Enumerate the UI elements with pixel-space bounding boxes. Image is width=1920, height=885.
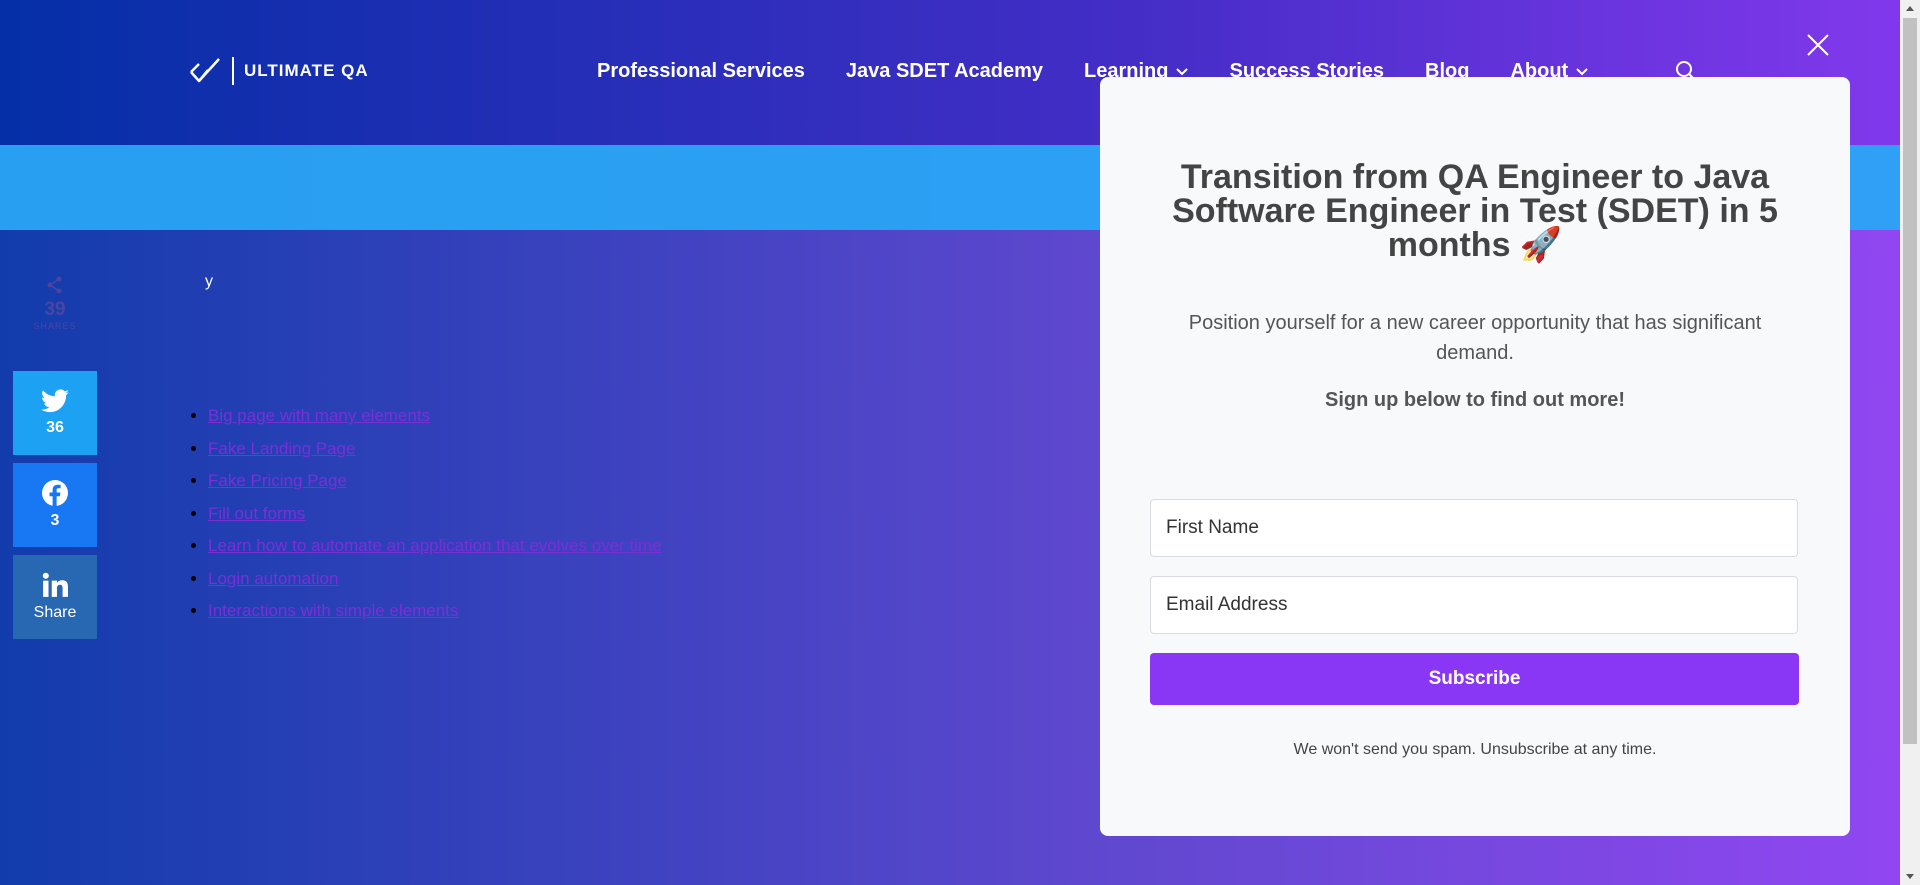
facebook-count: 3 bbox=[50, 512, 60, 529]
nav-label: Java SDET Academy bbox=[845, 60, 1044, 82]
share-icon bbox=[47, 276, 62, 294]
signup-modal: Transition from QA Engineer to Java Soft… bbox=[1100, 77, 1850, 836]
list-item: Fake Landing Page bbox=[208, 433, 662, 466]
spam-disclaimer: We won't send you spam. Unsubscribe at a… bbox=[1293, 741, 1657, 758]
exercise-links-list: Big page with many elements Fake Landing… bbox=[190, 400, 662, 628]
scroll-down-arrow-icon[interactable] bbox=[1906, 874, 1914, 879]
first-name-field[interactable] bbox=[1150, 499, 1798, 557]
list-item: Fill out forms bbox=[208, 498, 662, 531]
checkmark-logo-icon bbox=[190, 58, 220, 83]
nav-label: Professional Services bbox=[597, 60, 805, 82]
link-fill-out-forms[interactable]: Fill out forms bbox=[208, 504, 305, 523]
modal-subtitle: Position yourself for a new career oppor… bbox=[1188, 312, 1762, 364]
list-item: Big page with many elements bbox=[208, 400, 662, 433]
linkedin-share-button[interactable]: Share bbox=[13, 555, 97, 639]
nav-professional-services[interactable]: Professional Services bbox=[597, 60, 805, 83]
logo-text: ULTIMATE QA bbox=[244, 61, 369, 80]
share-total: 39 bbox=[44, 299, 66, 320]
modal-cta-text: Sign up below to find out more! bbox=[1325, 389, 1625, 411]
logo-divider bbox=[232, 57, 234, 85]
link-fake-landing-page[interactable]: Fake Landing Page bbox=[208, 439, 355, 458]
list-item: Login automation bbox=[208, 563, 662, 596]
nav-java-sdet-academy[interactable]: Java SDET Academy bbox=[846, 60, 1043, 83]
facebook-share-button[interactable]: 3 bbox=[13, 463, 97, 547]
twitter-icon bbox=[41, 389, 69, 413]
list-item: Interactions with simple elements bbox=[208, 595, 662, 628]
scroll-thumb[interactable] bbox=[1903, 18, 1917, 744]
share-counter: 39 SHARES bbox=[30, 276, 80, 331]
link-login-automation[interactable]: Login automation bbox=[208, 569, 338, 588]
list-item: Learn how to automate an application tha… bbox=[208, 530, 662, 563]
twitter-count: 36 bbox=[46, 419, 64, 436]
list-item: Fake Pricing Page bbox=[208, 465, 662, 498]
facebook-icon bbox=[42, 480, 68, 506]
page-scrollbar[interactable] bbox=[1900, 0, 1920, 885]
link-fake-pricing-page[interactable]: Fake Pricing Page bbox=[208, 471, 347, 490]
chevron-down-icon bbox=[1576, 67, 1588, 75]
modal-title: Transition from QA Engineer to Java Soft… bbox=[1172, 158, 1778, 264]
twitter-share-button[interactable]: 36 bbox=[13, 371, 97, 455]
subscribe-button[interactable]: Subscribe bbox=[1150, 653, 1799, 705]
linkedin-label: Share bbox=[33, 604, 77, 621]
share-total-label: SHARES bbox=[33, 321, 77, 331]
chevron-down-icon bbox=[1176, 67, 1189, 75]
site-logo[interactable]: ULTIMATE QA bbox=[188, 56, 369, 86]
linkedin-icon bbox=[42, 572, 68, 597]
email-field[interactable] bbox=[1150, 576, 1798, 634]
banner-text: y bbox=[205, 273, 213, 290]
link-big-page[interactable]: Big page with many elements bbox=[208, 406, 430, 425]
scroll-up-arrow-icon[interactable] bbox=[1906, 6, 1914, 11]
link-simple-elements[interactable]: Interactions with simple elements bbox=[208, 601, 458, 620]
link-evolving-application[interactable]: Learn how to automate an application tha… bbox=[208, 536, 662, 555]
close-icon[interactable] bbox=[1806, 33, 1830, 57]
